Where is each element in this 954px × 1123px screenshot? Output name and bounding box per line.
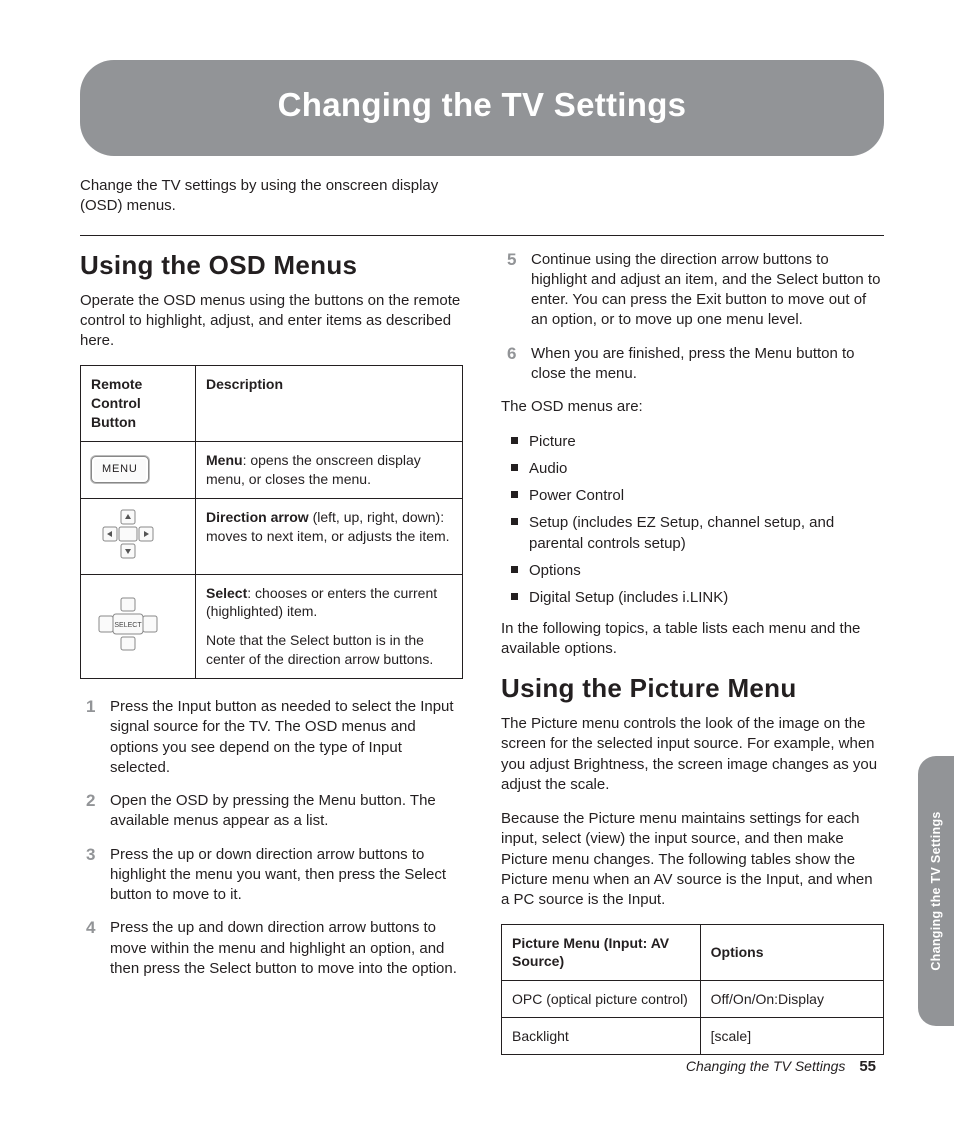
table-row: MENU Menu: opens the onscreen display me… (81, 441, 463, 498)
chapter-banner: Changing the TV Settings (80, 60, 884, 156)
chapter-title: Changing the TV Settings (80, 86, 884, 124)
list-item: Power Control (501, 485, 884, 507)
select-button-icon: SELECT (91, 596, 165, 652)
footer-title: Changing the TV Settings (686, 1058, 846, 1074)
list-item: Options (501, 560, 884, 582)
list-item: Press the Input button as needed to sele… (80, 697, 463, 778)
heading-picture-menu: Using the Picture Menu (501, 673, 884, 704)
steps-5-6: Continue using the direction arrow butto… (501, 250, 884, 385)
menu-button-icon: MENU (91, 456, 149, 483)
table-row: Direction arrow (left, up, right, down):… (81, 498, 463, 574)
svg-text:SELECT: SELECT (114, 622, 142, 629)
desc-direction: Direction arrow (left, up, right, down):… (196, 498, 463, 574)
picture-p2: Because the Picture menu maintains setti… (501, 809, 884, 910)
steps-1-4: Press the Input button as needed to sele… (80, 697, 463, 979)
osd-intro: Operate the OSD menus using the buttons … (80, 291, 463, 352)
page-number: 55 (859, 1058, 876, 1075)
list-item: Picture (501, 431, 884, 453)
side-tab: Changing the TV Settings (918, 756, 954, 1026)
list-item: Press the up and down direction arrow bu… (80, 918, 463, 979)
list-item: Continue using the direction arrow butto… (501, 250, 884, 331)
right-column: Continue using the direction arrow butto… (501, 250, 884, 1056)
list-item: Setup (includes EZ Setup, channel setup,… (501, 512, 884, 556)
picture-p1: The Picture menu controls the look of th… (501, 714, 884, 795)
picture-menu-table: Picture Menu (Input: AV Source) Options … (501, 924, 884, 1055)
table-row: OPC (optical picture control) Off/On/On:… (502, 980, 884, 1017)
heading-osd-menus: Using the OSD Menus (80, 250, 463, 281)
after-menus-text: In the following topics, a table lists e… (501, 619, 884, 660)
th-description: Description (196, 366, 463, 442)
table-row: Backlight [scale] (502, 1017, 884, 1054)
menus-intro: The OSD menus are: (501, 397, 884, 417)
desc-menu: Menu: opens the onscreen display menu, o… (196, 441, 463, 498)
th-options: Options (700, 925, 883, 980)
left-column: Using the OSD Menus Operate the OSD menu… (80, 250, 463, 1056)
remote-control-table: Remote Control Button Description MENU M… (80, 365, 463, 679)
list-item: When you are finished, press the Menu bu… (501, 344, 884, 385)
page-footer: Changing the TV Settings 55 (686, 1058, 876, 1075)
list-item: Digital Setup (includes i.LINK) (501, 587, 884, 609)
divider (80, 235, 884, 236)
th-picture-menu: Picture Menu (Input: AV Source) (502, 925, 701, 980)
table-row: SELECT Select: chooses or enters the cur… (81, 574, 463, 679)
side-tab-label: Changing the TV Settings (929, 811, 943, 970)
direction-arrow-icon (91, 508, 165, 560)
list-item: Press the up or down direction arrow but… (80, 845, 463, 906)
chapter-intro: Change the TV settings by using the onsc… (80, 176, 470, 217)
osd-menu-list: Picture Audio Power Control Setup (inclu… (501, 431, 884, 608)
list-item: Open the OSD by pressing the Menu button… (80, 791, 463, 832)
desc-select: Select: chooses or enters the current (h… (196, 574, 463, 679)
th-remote-button: Remote Control Button (81, 366, 196, 442)
list-item: Audio (501, 458, 884, 480)
